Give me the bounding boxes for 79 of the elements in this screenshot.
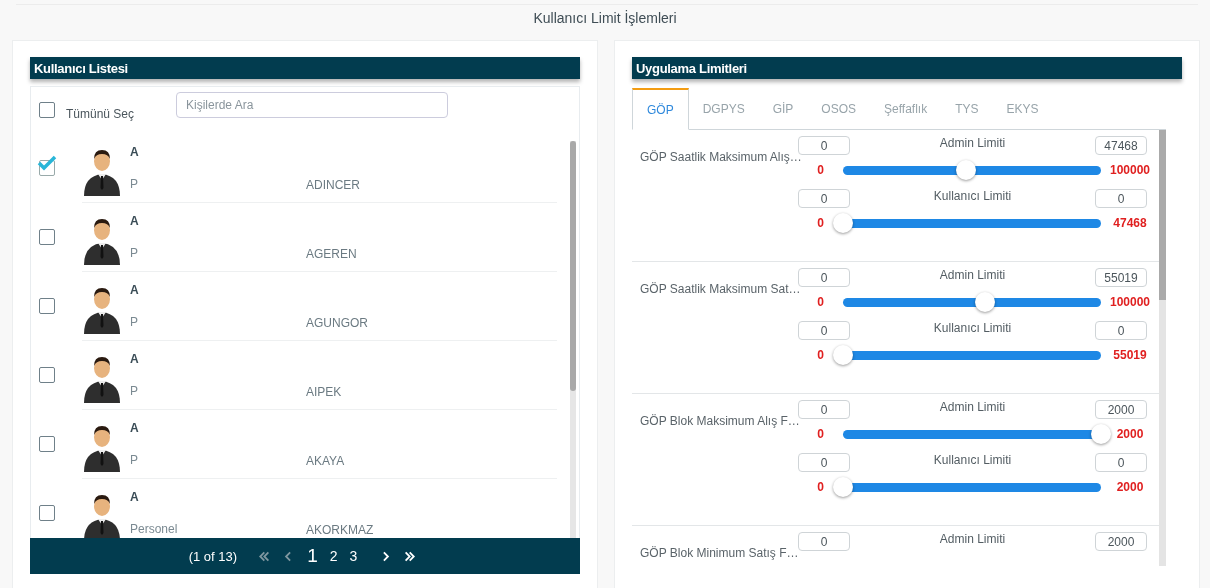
limit-label: Kullanıcı Limiti [933,321,1012,335]
range-max: 2000 [1115,427,1145,441]
checkbox[interactable] [39,102,55,118]
limit-label: Admin Limiti [939,400,1006,414]
user-name: A [130,214,140,228]
max-input[interactable]: 0 [1095,321,1147,340]
limit-label: Kullanıcı Limiti [933,189,1012,203]
range-max: 47468 [1112,216,1148,230]
username: AIPEK [306,385,342,399]
max-input[interactable]: 0 [1095,189,1147,208]
limit-label: Admin Limiti [939,532,1006,546]
user-name: A [130,145,140,159]
tab[interactable]: GÖP [632,88,689,130]
max-input[interactable]: 47468 [1095,136,1147,155]
scrollbar[interactable] [1159,130,1166,566]
limit-label: Admin Limiti [939,268,1006,282]
slider-thumb[interactable] [974,292,995,312]
slider-thumb[interactable] [1091,424,1111,444]
min-input[interactable]: 0 [798,189,850,208]
checkbox[interactable] [39,228,55,245]
username: AKAYA [306,454,345,468]
user-name: A [130,421,140,435]
limit-name: GÖP Saatlik Maksimum Sat… [639,281,798,298]
user-role: P [130,246,139,260]
panel-header: Uygulama Limitleri [632,57,1182,79]
user-name: A [130,283,140,297]
checkbox[interactable] [39,366,55,383]
range-min: 0 [816,480,825,494]
max-input[interactable]: 2000 [1095,400,1147,419]
slider-thumb[interactable] [833,477,853,497]
panel-header: Kullanıcı Listesi [30,57,580,79]
user-name: A [130,352,140,366]
page-title: Kullanıcı Limit İşlemleri [532,9,678,28]
range-min: 0 [816,295,825,309]
page-link[interactable]: 1 [303,545,322,567]
page-link[interactable]: 2 [325,548,342,564]
limit-name: GÖP Saatlik Maksimum Alış… [639,149,798,166]
slider-thumb[interactable] [833,213,853,233]
user-role: P [130,177,139,191]
max-input[interactable]: 0 [1095,453,1147,472]
page-summary: (1 of 13) [188,548,238,564]
limit-label: Admin Limiti [939,136,1006,150]
max-input[interactable]: 55019 [1095,268,1147,287]
min-input[interactable]: 0 [798,268,850,287]
range-max: 100000 [1108,295,1151,309]
range-min: 0 [816,348,825,362]
select-all-label: Tümünü Seç [66,106,136,121]
limit-label: Kullanıcı Limiti [933,453,1012,467]
limit-name: GÖP Blok Maksimum Alış F… [639,413,798,430]
range-min: 0 [816,427,825,441]
username: AGUNGOR [306,316,368,330]
page-link[interactable]: 3 [345,548,362,564]
min-input[interactable]: 0 [798,532,850,551]
scrollbar[interactable] [570,141,576,538]
checkbox[interactable] [39,435,55,452]
range-max: 55019 [1112,348,1148,362]
user-role: P [130,315,139,329]
user-role: P [130,453,139,467]
username: AKORKMAZ [306,523,374,537]
max-input[interactable]: 2000 [1095,532,1147,551]
range-max: 100000 [1108,163,1151,177]
username: AGEREN [306,247,357,261]
slider-thumb[interactable] [955,160,976,180]
user-role: Personel [130,522,179,536]
checkbox[interactable] [39,297,55,314]
username: ADINCER [306,178,360,192]
min-input[interactable]: 0 [798,321,850,340]
min-input[interactable]: 0 [798,136,850,155]
min-input[interactable]: 0 [798,453,850,472]
user-role: P [130,384,139,398]
range-min: 0 [816,216,825,230]
range-max: 2000 [1115,480,1145,494]
user-name: A [130,490,140,504]
range-min: 0 [816,163,825,177]
limit-name: GÖP Blok Minimum Satış F… [639,545,798,562]
slider-thumb[interactable] [833,345,853,365]
search-field[interactable]: Kişilerde Ara [176,92,448,118]
min-input[interactable]: 0 [798,400,850,419]
checkbox[interactable] [39,504,55,521]
